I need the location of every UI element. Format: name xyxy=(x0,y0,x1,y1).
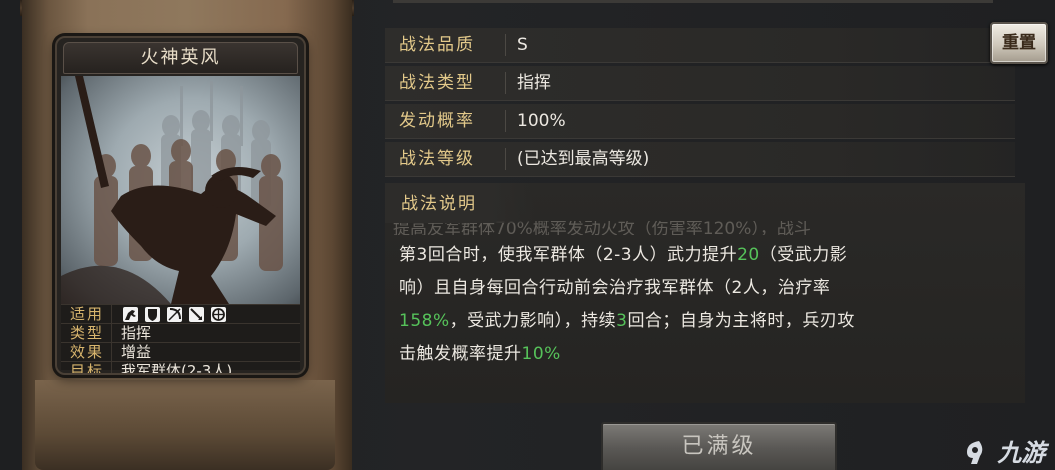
prop-val-quality: S xyxy=(517,35,528,55)
prop-row-level: 战法等级 (已达到最高等级) xyxy=(385,142,1015,177)
tactic-detail-screen: 火神英风 适用 类型 指挥 效果 增益 目标 我军群体(2-3人) 战法品质 S… xyxy=(0,0,1055,470)
description-line: 158%，受武力影响），持续3回合；自身为主将时，兵刃攻 xyxy=(399,305,1019,338)
prop-key-quality: 战法品质 xyxy=(399,35,475,55)
spear-icon xyxy=(189,307,204,322)
watermark: 九游 xyxy=(963,433,1045,467)
reset-button[interactable]: 重置 xyxy=(990,22,1048,64)
description-line: 击触发概率提升10% xyxy=(399,338,1019,371)
prop-val-level: (已达到最高等级) xyxy=(517,149,650,169)
shield-icon xyxy=(145,307,160,322)
prop-row-probability: 发动概率 100% xyxy=(385,104,1015,139)
nine-game-logo-icon xyxy=(967,441,983,464)
tactic-card: 火神英风 适用 类型 指挥 效果 增益 目标 我军群体(2-3人) xyxy=(55,36,306,375)
prop-val-type: 指挥 xyxy=(517,73,551,93)
description-highlight-value: 3 xyxy=(616,311,628,331)
prop-row-quality: 战法品质 S xyxy=(385,28,1015,63)
info-val-target: 我军群体(2-3人) xyxy=(121,362,233,375)
chariot-icon xyxy=(211,307,226,322)
scroll-bottom xyxy=(35,380,335,470)
watermark-text: 九游 xyxy=(997,439,1046,467)
prop-row-type: 战法类型 指挥 xyxy=(385,66,1015,101)
description-segment: 击触发概率提升 xyxy=(399,344,522,364)
max-level-button[interactable]: 已满级 xyxy=(601,422,837,470)
info-key-effect: 效果 xyxy=(63,343,112,362)
info-key-suit: 适用 xyxy=(63,305,112,324)
description-segment: 第3回合时，使我军群体（2-3人）武力提升 xyxy=(399,245,738,265)
description-header: 战法说明 xyxy=(385,183,535,223)
description-line: 响）且自身每回合行动前会治疗我军群体（2人，治疗率 xyxy=(399,272,1019,305)
info-val-effect: 增益 xyxy=(121,343,152,361)
bow-icon xyxy=(167,307,182,322)
prop-divider xyxy=(505,72,506,94)
prop-key-level: 战法等级 xyxy=(399,149,475,169)
tactic-card-info: 适用 类型 指挥 效果 增益 目标 我军群体(2-3人) xyxy=(61,304,300,373)
description-segment: （受武力影 xyxy=(759,245,848,265)
description-highlight-value: 158% xyxy=(399,311,450,331)
description-title: 战法说明 xyxy=(401,194,477,214)
description-box[interactable]: 战法说明 提高友军群体70%概率发动火攻（伤害率120%），战斗 第3回合时，使… xyxy=(385,183,1025,403)
tactic-detail-panel: 战法品质 S 战法类型 指挥 发动概率 100% 战法等级 (已达到最高等级) … xyxy=(383,0,1055,470)
tactic-card-art xyxy=(61,76,300,304)
info-row-effect: 效果 增益 xyxy=(61,342,300,362)
description-highlight-value: 10% xyxy=(521,344,561,364)
info-key-type: 类型 xyxy=(63,324,112,343)
cavalry-icon xyxy=(123,307,138,322)
info-row-suit: 适用 xyxy=(61,304,300,324)
description-scrolled-line: 提高友军群体70%概率发动火攻（伤害率120%），战斗 xyxy=(393,221,811,235)
description-line: 第3回合时，使我军群体（2-3人）武力提升20（受武力影 xyxy=(399,239,1019,272)
description-segment: ，受武力影响），持续 xyxy=(449,311,617,331)
description-text: 第3回合时，使我军群体（2-3人）武力提升20（受武力影响）且自身每回合行动前会… xyxy=(399,239,1019,371)
prop-key-probability: 发动概率 xyxy=(399,111,475,131)
info-key-target: 目标 xyxy=(63,362,112,373)
prop-divider xyxy=(505,34,506,56)
prop-key-type: 战法类型 xyxy=(399,73,475,93)
top-divider xyxy=(393,0,993,3)
warrior-illustration xyxy=(61,76,283,304)
info-row-type: 类型 指挥 xyxy=(61,323,300,343)
description-highlight-value: 20 xyxy=(737,245,760,265)
prop-divider xyxy=(505,110,506,132)
description-segment: 回合；自身为主将时，兵刃攻 xyxy=(627,311,855,331)
info-row-target: 目标 我军群体(2-3人) xyxy=(61,361,300,373)
description-segment: 响）且自身每回合行动前会治疗我军群体（2人，治疗率 xyxy=(399,278,831,298)
prop-val-probability: 100% xyxy=(517,111,566,131)
tactic-card-title: 火神英风 xyxy=(63,42,298,74)
prop-divider xyxy=(505,148,506,170)
info-val-type: 指挥 xyxy=(121,324,152,342)
